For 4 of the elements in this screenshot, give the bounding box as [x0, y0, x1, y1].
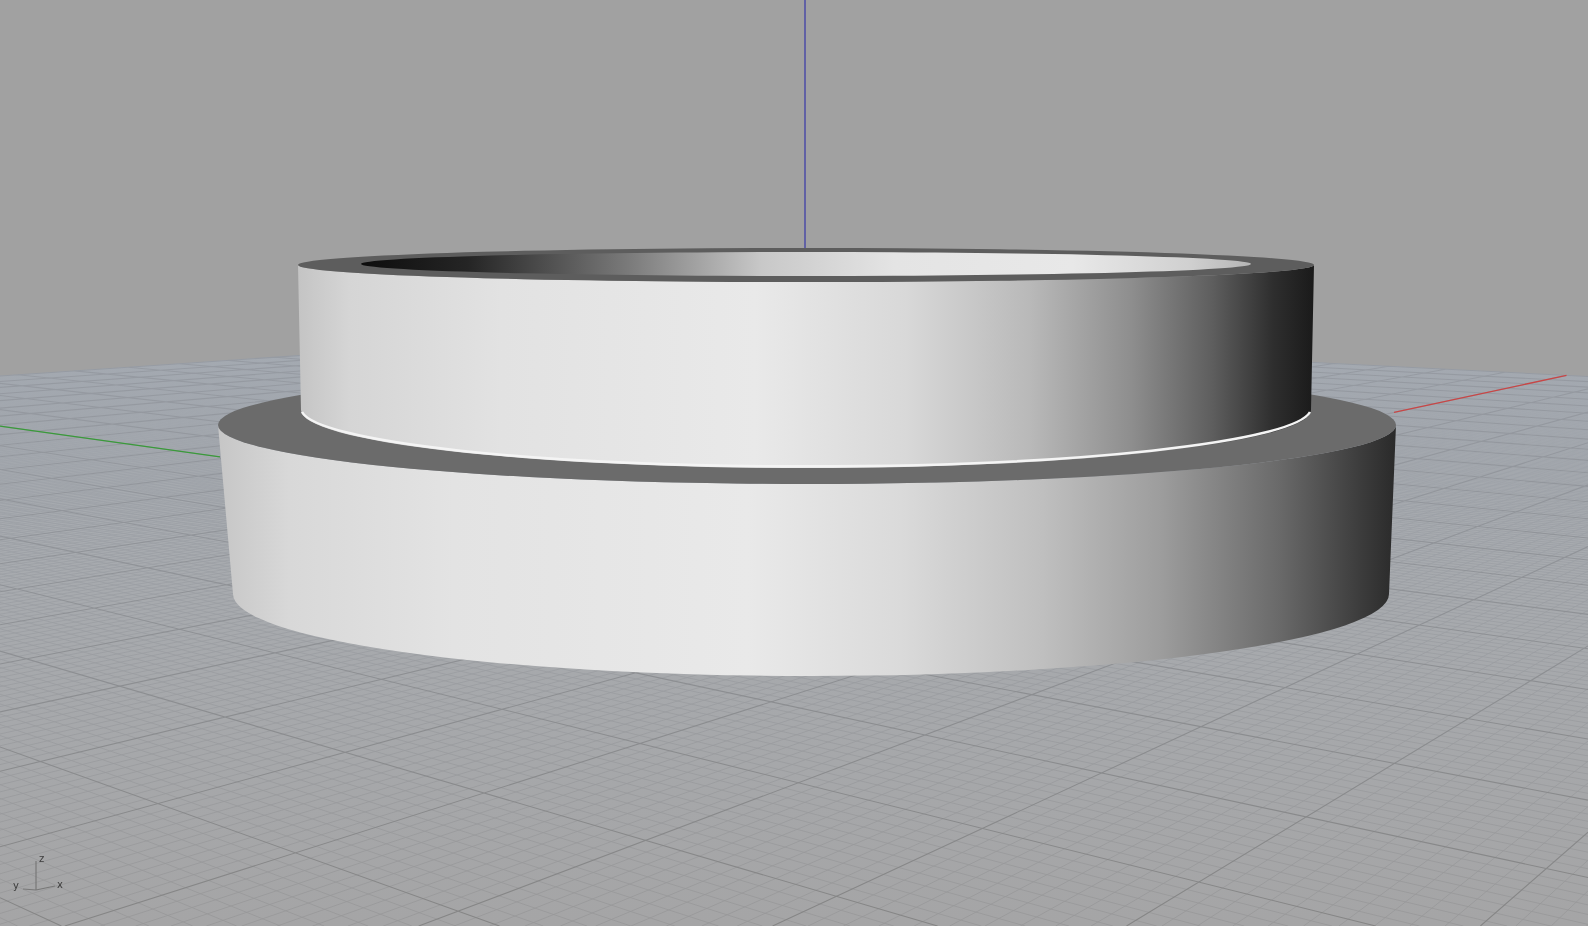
- axis-triad-icon: [22, 860, 56, 891]
- axis-label: y: [13, 880, 19, 891]
- axis-label: z: [39, 853, 45, 864]
- axis-label: x: [57, 879, 63, 890]
